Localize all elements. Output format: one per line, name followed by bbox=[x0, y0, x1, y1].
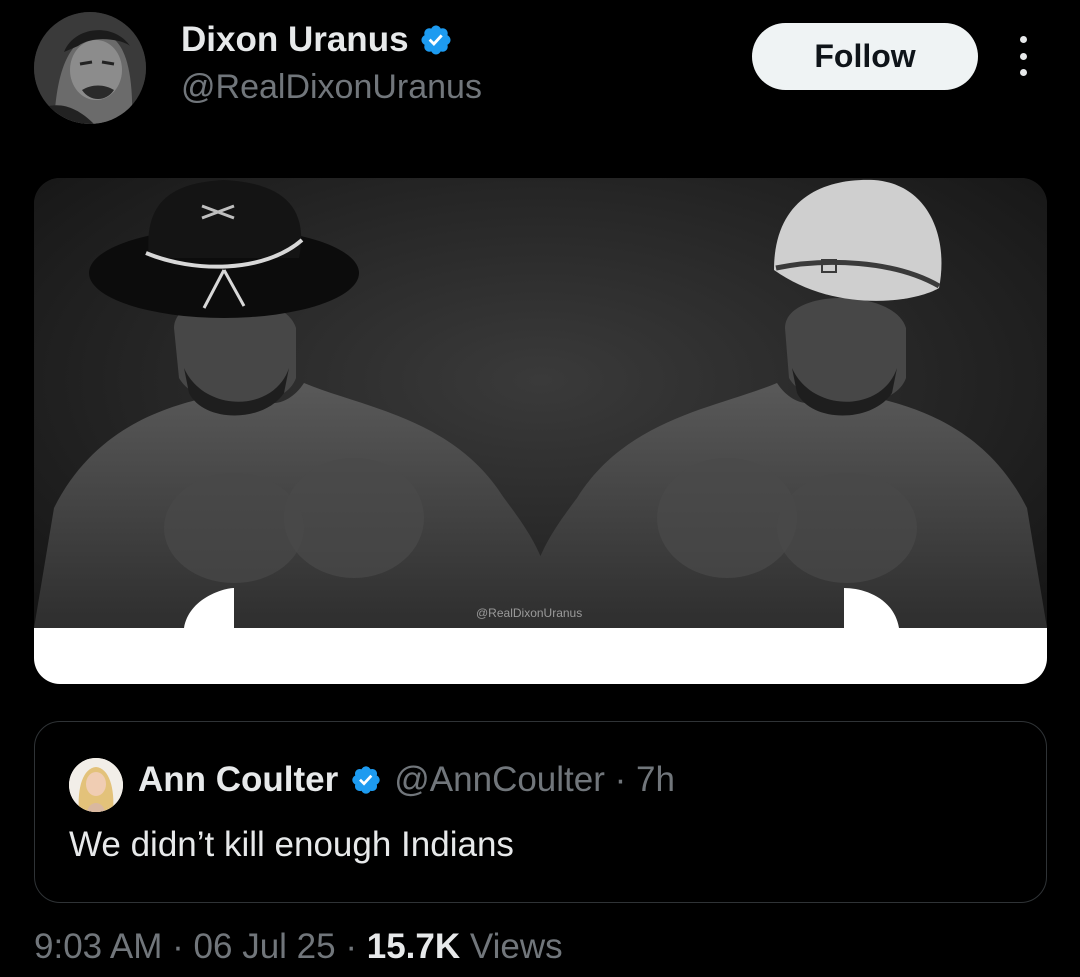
follow-button[interactable]: Follow bbox=[752, 23, 978, 90]
verified-badge-icon bbox=[421, 25, 451, 55]
quoted-avatar-portrait bbox=[69, 758, 123, 812]
author-name-row[interactable]: Dixon Uranus bbox=[181, 20, 453, 60]
quoted-timestamp[interactable]: 7h bbox=[636, 760, 675, 800]
author-handle[interactable]: @RealDixonUranus bbox=[181, 68, 482, 107]
meta-separator: · bbox=[172, 927, 184, 966]
more-vertical-icon[interactable] bbox=[1006, 36, 1040, 76]
tweet-meta: 9:03 AM · 06 Jul 25 · 15.7K Views bbox=[34, 927, 563, 967]
media-watermark: @RealDixonUranus bbox=[476, 606, 583, 620]
author-avatar[interactable] bbox=[34, 12, 146, 124]
quoted-tweet-card[interactable]: Ann Coulter @AnnCoulter · 7h We didn’t k… bbox=[34, 721, 1047, 903]
author-display-name[interactable]: Dixon Uranus bbox=[181, 20, 409, 60]
quoted-tweet-text: We didn’t kill enough Indians bbox=[69, 825, 514, 864]
avatar-portrait bbox=[34, 12, 146, 124]
tweet-page: Dixon Uranus @RealDixonUranus Follow @Re… bbox=[0, 0, 1080, 977]
tweet-media-image[interactable]: @RealDixonUranus bbox=[34, 178, 1047, 684]
quoted-handle[interactable]: @AnnCoulter bbox=[394, 760, 605, 800]
quoted-display-name[interactable]: Ann Coulter bbox=[138, 760, 338, 800]
quoted-author-avatar[interactable] bbox=[69, 758, 123, 812]
views-count[interactable]: 15.7K bbox=[367, 927, 460, 966]
views-label: Views bbox=[469, 927, 563, 966]
tweet-date[interactable]: 06 Jul 25 bbox=[194, 927, 336, 966]
quoted-author-row: Ann Coulter @AnnCoulter · 7h bbox=[138, 760, 675, 800]
tweet-time[interactable]: 9:03 AM bbox=[34, 927, 162, 966]
quoted-separator: · bbox=[614, 760, 627, 799]
meta-separator: · bbox=[345, 927, 357, 966]
verified-badge-icon bbox=[352, 766, 380, 794]
